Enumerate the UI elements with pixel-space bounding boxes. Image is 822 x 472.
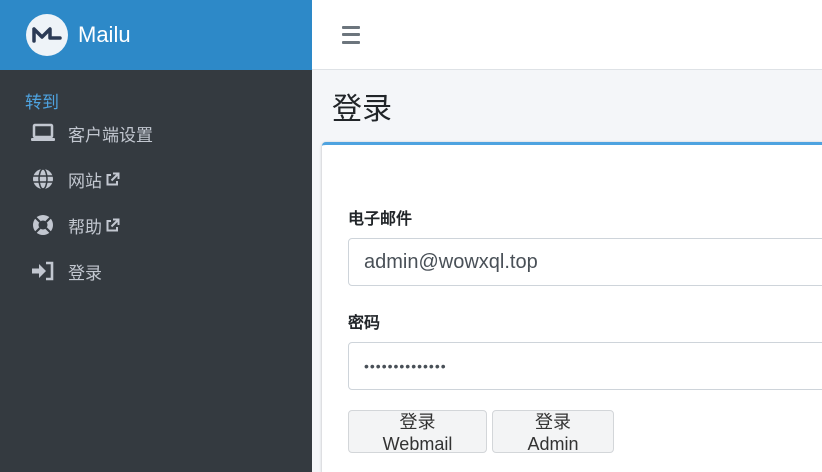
hamburger-menu-icon[interactable] (342, 25, 360, 44)
nav-header-goto: 转到 (25, 93, 59, 113)
content-header: 登录 (312, 70, 822, 142)
sidebar-item-label: 登录 (68, 263, 102, 284)
login-admin-button[interactable]: 登录 Admin (492, 410, 614, 454)
password-field[interactable]: •••••••••••••• (348, 342, 822, 390)
sign-in-icon (30, 258, 56, 284)
login-webmail-button[interactable]: 登录 Webmail (348, 410, 487, 454)
external-link-icon (105, 172, 120, 187)
sidebar-item-label: 客户端设置 (68, 125, 153, 146)
login-card: 电子邮件 admin@wowxql.top 密码 •••••••••••••• … (322, 142, 822, 472)
mailu-logo-icon (26, 14, 68, 56)
brand-name: Mailu (78, 22, 131, 47)
password-value: •••••••••••••• (364, 358, 447, 374)
top-navbar (312, 0, 822, 70)
sidebar-item-label: 网站 (68, 171, 102, 192)
sidebar-item-website[interactable]: 网站 (0, 156, 312, 202)
sidebar-item-client-setup[interactable]: 客户端设置 (0, 110, 312, 156)
email-value: admin@wowxql.top (364, 250, 538, 273)
app-root: Mailu 转到 客户端设置 网站 帮助 登录 登录 电子邮件 admin@wo… (0, 0, 822, 472)
sidebar: Mailu 转到 客户端设置 网站 帮助 登录 (0, 0, 312, 472)
brand-link[interactable]: Mailu (0, 0, 312, 70)
sidebar-item-help[interactable]: 帮助 (0, 202, 312, 248)
page-title: 登录 (332, 92, 392, 127)
laptop-icon (30, 120, 56, 146)
email-field[interactable]: admin@wowxql.top (348, 238, 822, 286)
lifebuoy-icon (30, 212, 56, 238)
sidebar-item-label: 帮助 (68, 217, 102, 238)
sidebar-item-login[interactable]: 登录 (0, 248, 312, 294)
email-label: 电子邮件 (348, 209, 413, 228)
password-label: 密码 (348, 313, 381, 332)
globe-icon (30, 166, 56, 192)
external-link-icon (105, 218, 120, 233)
